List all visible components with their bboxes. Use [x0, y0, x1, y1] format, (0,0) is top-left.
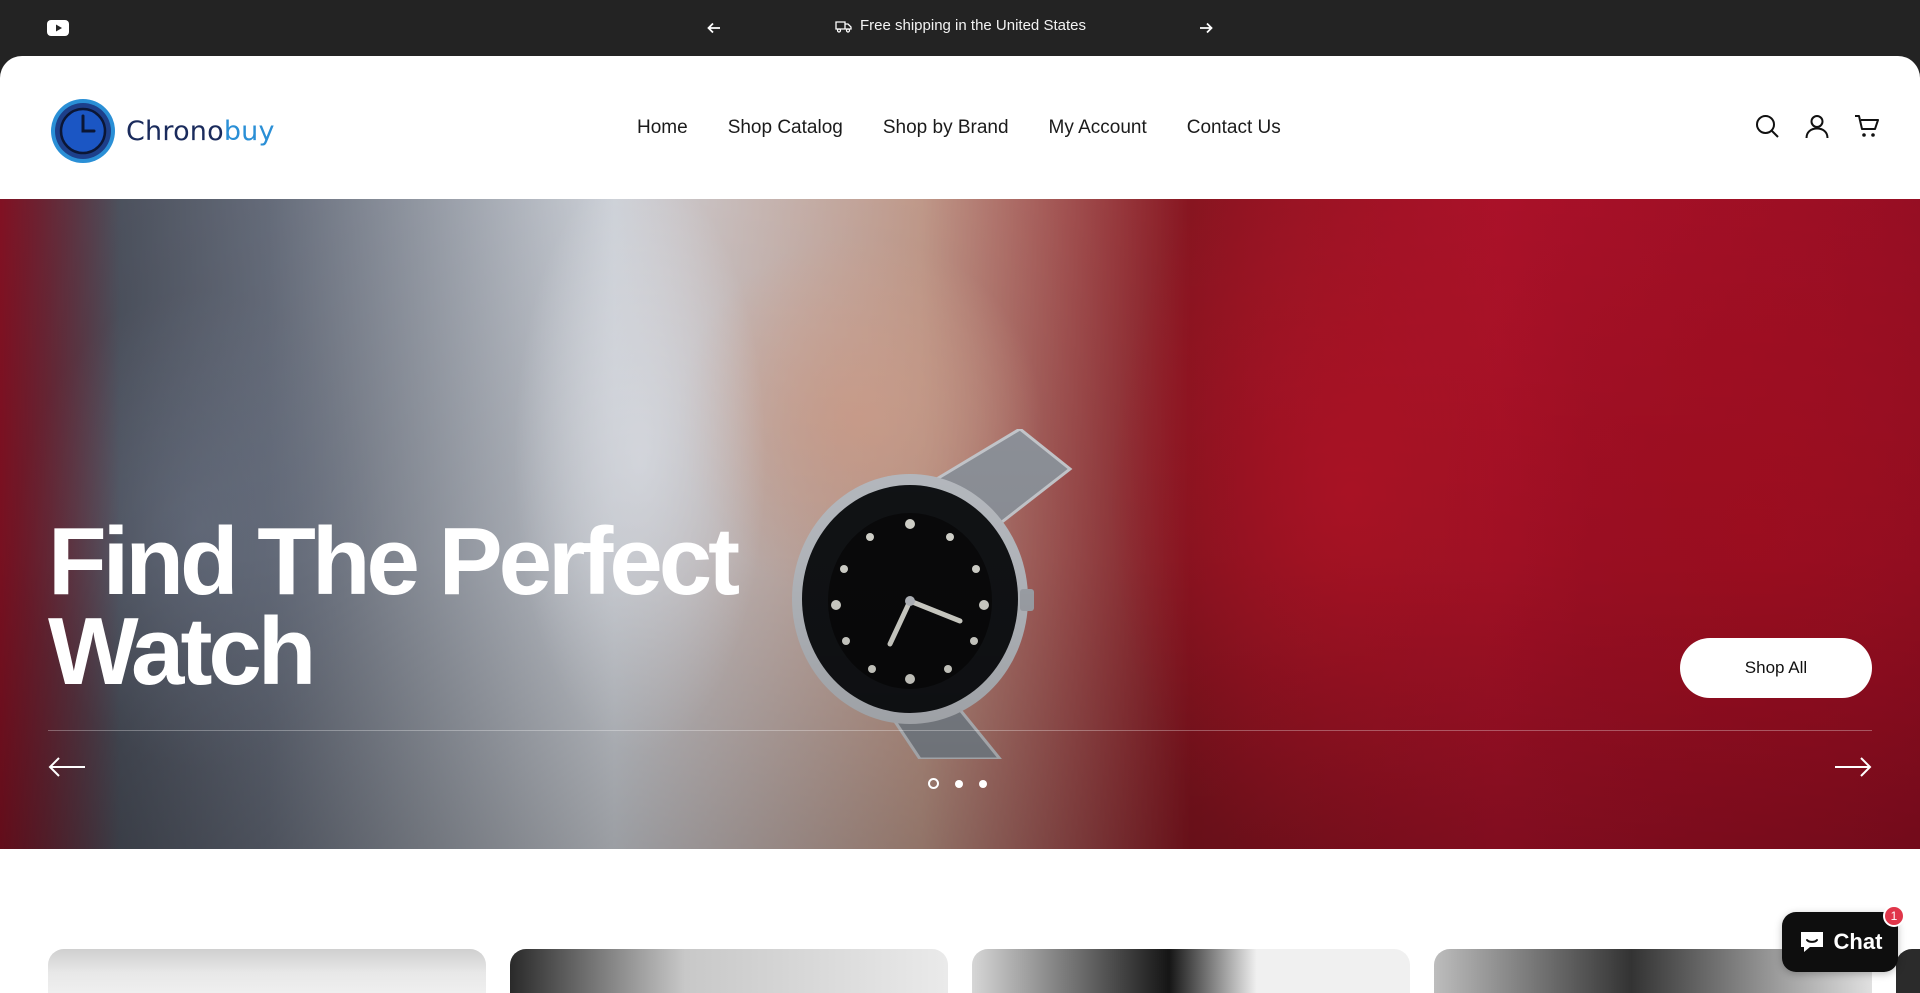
cart-icon[interactable] [1854, 113, 1880, 139]
announcement-prev-button[interactable] [703, 18, 725, 38]
chat-label: Chat [1833, 929, 1883, 954]
featured-collections [0, 849, 1920, 993]
collection-card[interactable] [48, 949, 486, 993]
slide-next-arrow-icon[interactable] [1834, 756, 1872, 778]
collection-card[interactable] [972, 949, 1410, 993]
main-nav: Home Shop Catalog Shop by Brand My Accou… [637, 117, 1281, 139]
slide-dots [928, 778, 987, 789]
hero-title-line2: Watch [48, 598, 316, 705]
nav-my-account[interactable]: My Account [1049, 117, 1147, 139]
account-icon[interactable] [1804, 113, 1830, 139]
chat-unread-badge: 1 [1883, 905, 1905, 927]
youtube-icon[interactable] [47, 20, 69, 36]
hero-divider [48, 730, 1872, 731]
slide-dot-2[interactable] [955, 779, 963, 788]
clock-logo-icon [51, 99, 115, 163]
chat-button[interactable]: Chat [1782, 912, 1898, 972]
slide-dot-1[interactable] [928, 778, 939, 789]
truck-icon [835, 20, 852, 33]
site-header: Chronobuy Home Shop Catalog Shop by Bran… [0, 56, 1920, 200]
logo-text: Chronobuy [126, 116, 275, 147]
announcement-next-button[interactable] [1195, 18, 1217, 38]
announcement-text: Free shipping in the United States [835, 17, 1086, 34]
announcement-bar: Free shipping in the United States [0, 0, 1920, 56]
chat-bubble-icon [1800, 932, 1823, 952]
logo-text-part2: buy [223, 115, 275, 147]
collection-card[interactable] [510, 949, 948, 993]
slide-dot-3[interactable] [979, 779, 987, 788]
search-icon[interactable] [1754, 113, 1780, 139]
slide-prev-arrow-icon[interactable] [48, 756, 86, 778]
nav-home[interactable]: Home [637, 117, 688, 139]
shop-all-button[interactable]: Shop All [1680, 638, 1872, 698]
arrow-right-icon [1200, 22, 1213, 34]
nav-shop-by-brand[interactable]: Shop by Brand [883, 117, 1009, 139]
header-actions [1754, 113, 1880, 139]
logo[interactable]: Chronobuy [50, 98, 275, 164]
nav-contact-us[interactable]: Contact Us [1187, 117, 1281, 139]
collection-card[interactable] [1896, 949, 1920, 993]
announcement-label: Free shipping in the United States [860, 17, 1086, 34]
nav-shop-catalog[interactable]: Shop Catalog [728, 117, 843, 139]
arrow-left-icon [707, 22, 720, 34]
hero-slideshow: Find The Perfect Watch Shop All [0, 199, 1920, 849]
hero-title: Find The Perfect Watch [48, 514, 740, 700]
logo-text-part1: Chrono [126, 115, 224, 147]
